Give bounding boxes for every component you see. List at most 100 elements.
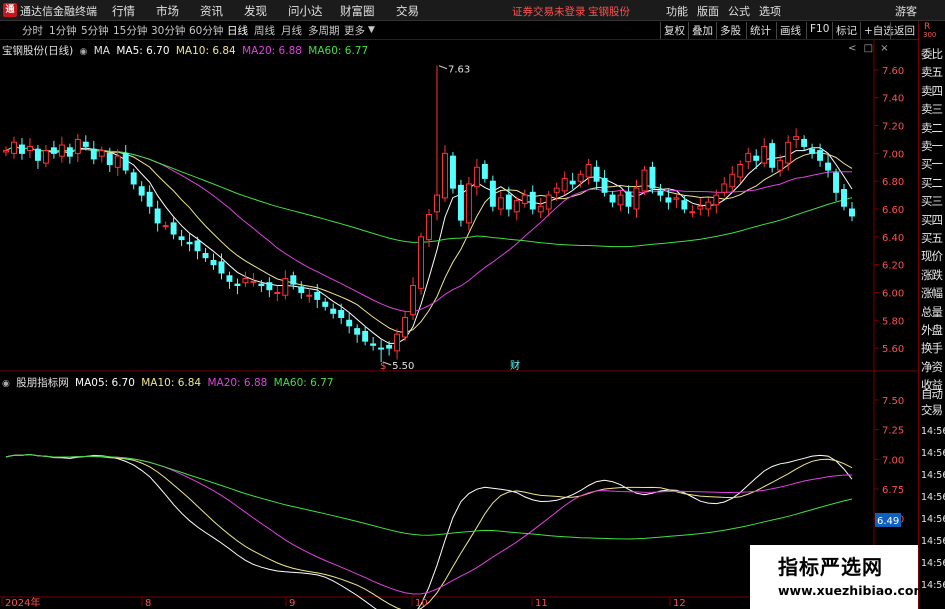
price-tick-label: 6.60: [882, 205, 904, 216]
candle-up: [729, 173, 736, 188]
high-label: 7.63: [448, 65, 470, 76]
watermark-title: 指标严选网: [778, 555, 883, 579]
close-icon[interactable]: ×: [880, 43, 888, 54]
price-tick-label: 7.60: [882, 66, 904, 77]
candle-down: [665, 197, 672, 203]
candle-down: [338, 310, 345, 318]
candle-down: [130, 172, 137, 185]
side-panel-time: 14:56: [921, 426, 945, 437]
ma5-value: MA5: 6.70: [116, 45, 170, 57]
candle-up: [537, 205, 544, 213]
candle-down: [386, 344, 393, 349]
side-panel-item: 总量: [921, 304, 943, 319]
side-panel-item: 涨幅: [921, 286, 943, 301]
app-window: 通 通达信金融终端 行情 市场 资讯 发现 问小达 财富圈 交易 证券交易未登录…: [0, 0, 945, 609]
sub-tick-label: 7.25: [882, 426, 904, 437]
candle-down: [657, 190, 664, 196]
side-panel-item: 卖二: [921, 120, 943, 135]
candle-down: [202, 253, 209, 259]
sub-indicator-settings-icon[interactable]: ◉: [2, 379, 10, 389]
candle-up: [11, 141, 17, 154]
side-panel-time: 14:56: [921, 470, 945, 481]
candle-up: [426, 214, 432, 241]
candle-down: [154, 208, 161, 224]
candle-up: [497, 197, 504, 210]
low-label: 5.50: [392, 361, 414, 372]
candle-down: [841, 189, 847, 207]
side-panel-item: 净资: [921, 359, 943, 374]
watermark: 指标严选网 www.xuezhibiao.com: [750, 545, 927, 609]
candle-up: [633, 187, 640, 210]
candle-down: [34, 148, 41, 161]
candle-down: [330, 308, 337, 314]
candle-up: [545, 194, 552, 210]
candle-up: [641, 169, 648, 192]
side-panel-time: 14:56: [921, 448, 945, 459]
candle-up: [441, 152, 448, 199]
expand-icon[interactable]: □: [864, 43, 873, 54]
side-panel-item: 交易: [921, 403, 943, 417]
side-panel-item: 卖五: [921, 65, 943, 80]
chart-grid: [0, 40, 918, 598]
price-tick-label: 6.00: [882, 288, 904, 299]
candle-up: [74, 138, 81, 154]
ma-name: MA: [93, 45, 110, 57]
candle-down: [569, 180, 576, 185]
candle-down: [186, 241, 193, 245]
sub-ma20-value: MA20: 6.88: [207, 377, 268, 389]
date-tick-label: 9: [289, 598, 295, 609]
candle-up: [697, 205, 704, 210]
candle-down: [194, 240, 201, 252]
candle-down: [66, 147, 73, 157]
candle-down: [370, 343, 377, 346]
kline-chart[interactable]: 7.60 7.40 7.20 7.00 6.80 6.60 6.40 6.20 6.00 5.80…: [0, 0, 918, 609]
side-panel-time: 14:56: [921, 536, 945, 547]
date-tick-label: 8: [145, 598, 151, 609]
candle-down: [825, 162, 832, 171]
side-panel-item: 买五: [921, 231, 943, 245]
side-panel-item: 现价: [921, 249, 943, 264]
indicator-settings-icon[interactable]: ◉: [80, 47, 88, 57]
watermark-url: www.xuezhibiao.com: [778, 583, 927, 598]
candle-down: [258, 283, 265, 287]
side-panel-item: 涨跌: [921, 267, 943, 282]
candle-down: [457, 184, 464, 221]
date-tick-label: 2024年: [5, 596, 40, 609]
side-panel-item: 卖一: [921, 139, 943, 153]
candle-up: [465, 183, 472, 224]
candle-up: [745, 152, 752, 163]
candle-down: [505, 194, 512, 210]
candle-up: [617, 194, 624, 206]
price-tick-label: 6.40: [882, 233, 904, 244]
corner-number-label: 300: [923, 31, 937, 39]
candle-up: [785, 141, 792, 164]
candle-down: [18, 144, 25, 154]
price-tick-label: 6.20: [882, 261, 904, 272]
sub-tick-label: 7.50: [882, 396, 904, 407]
side-panel-time: 14:56: [921, 492, 945, 503]
candle-up: [394, 333, 401, 352]
candle-down: [298, 286, 305, 293]
price-tick-label: 7.00: [882, 149, 904, 160]
candle-down: [106, 152, 113, 165]
candle-down: [146, 191, 153, 207]
candle-down: [122, 152, 129, 171]
candle-down: [90, 148, 97, 160]
candle-up: [402, 316, 409, 338]
high-pointer: [438, 65, 448, 70]
candle-down: [210, 259, 217, 266]
share-icon[interactable]: <: [848, 43, 856, 54]
side-panel-item: 外盘: [921, 323, 943, 337]
sub-ma5-line: [5, 453, 853, 609]
candle-down: [50, 147, 57, 154]
ma60-value: MA60: 6.77: [308, 45, 369, 57]
candle-down: [833, 172, 840, 193]
pane-window-controls: < □ ×: [848, 43, 889, 54]
candle-up: [577, 173, 584, 182]
candle-up: [250, 280, 257, 283]
candle-down: [314, 291, 321, 300]
price-tick-label: 5.60: [882, 344, 904, 355]
candle-up: [777, 159, 784, 171]
side-panel-item: 卖四: [921, 83, 943, 98]
sub-ma10-value: MA10: 6.84: [141, 377, 202, 389]
